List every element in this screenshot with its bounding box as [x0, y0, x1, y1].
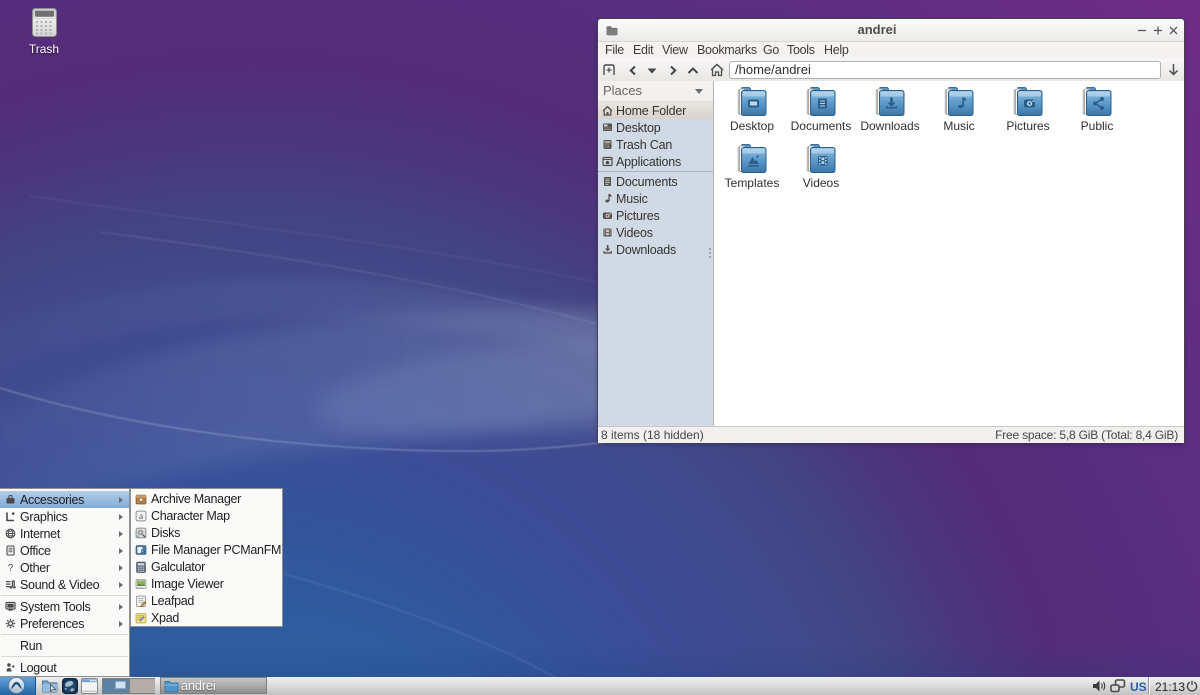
svg-text:?: ? — [8, 563, 14, 573]
svg-text:a: a — [139, 512, 143, 522]
